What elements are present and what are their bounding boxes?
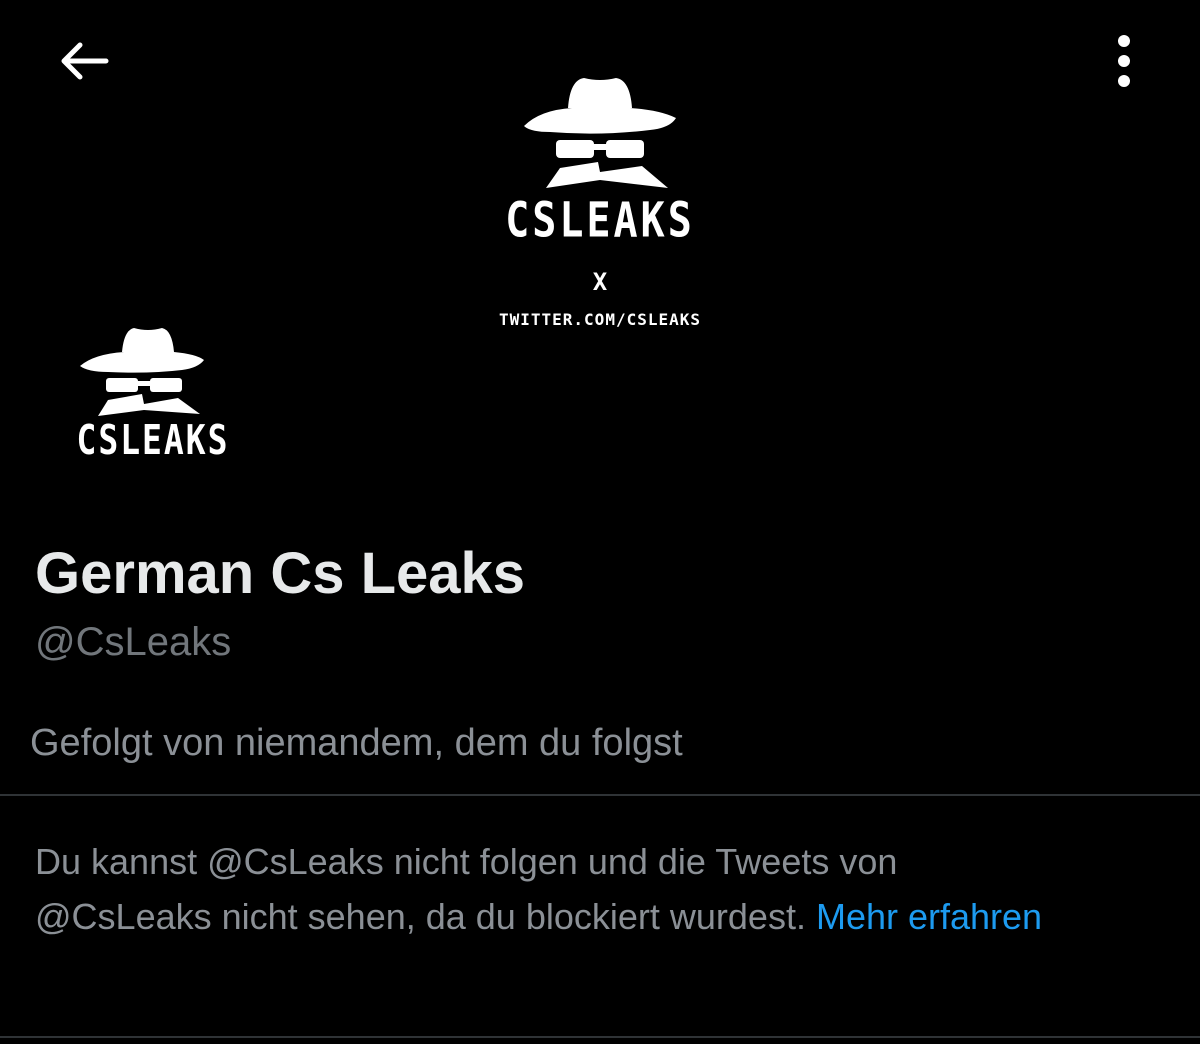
divider <box>0 1036 1200 1038</box>
blocked-notice: Du kannst @CsLeaks nicht folgen und die … <box>35 834 1045 944</box>
blocked-message: Du kannst @CsLeaks nicht folgen und die … <box>35 841 898 937</box>
more-options-button[interactable] <box>1094 26 1154 96</box>
banner-url-text: TWITTER.COM/CSLEAKS <box>498 310 702 329</box>
followed-by-text[interactable]: Gefolgt von niemandem, dem du folgst <box>30 722 683 765</box>
spy-hat-glasses-icon <box>524 78 676 188</box>
avatar[interactable]: CSLEAKS <box>58 316 248 476</box>
vertical-ellipsis-icon <box>1118 35 1130 87</box>
back-button[interactable] <box>48 30 118 92</box>
learn-more-link[interactable]: Mehr erfahren <box>816 896 1042 937</box>
arrow-left-icon <box>61 42 109 80</box>
avatar-brand-text: CSLEAKS <box>76 415 230 464</box>
banner-logo: CSLEAKS X TWITTER.COM/CSLEAKS <box>480 60 720 350</box>
divider <box>0 794 1200 796</box>
banner-separator-text: X <box>592 268 608 296</box>
banner-brand-text: CSLEAKS <box>505 193 695 249</box>
profile-handle: @CsLeaks <box>35 620 232 664</box>
spy-hat-glasses-icon <box>80 328 204 416</box>
display-name: German Cs Leaks <box>35 541 526 606</box>
